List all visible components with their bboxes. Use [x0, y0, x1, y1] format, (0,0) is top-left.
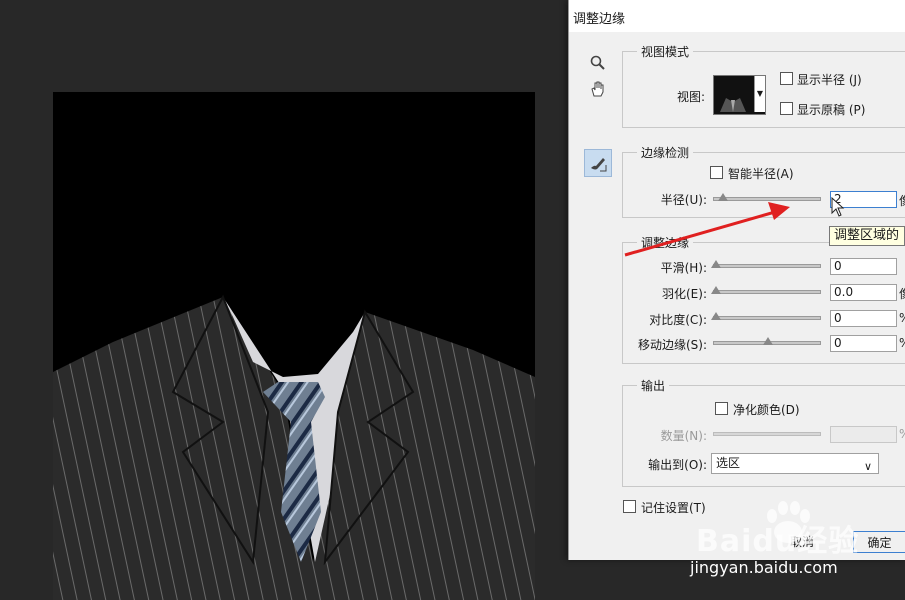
smooth-slider-thumb[interactable]	[711, 260, 721, 268]
output-to-value: 选区	[716, 456, 741, 470]
smart-radius-checkbox[interactable]	[710, 166, 723, 179]
radius-slider[interactable]	[713, 193, 821, 201]
smooth-input[interactable]: 0	[830, 258, 897, 275]
output-to-label: 输出到(O):	[648, 458, 707, 472]
remember-settings-checkbox[interactable]	[623, 500, 636, 513]
tooltip-text: 调整区域的	[834, 228, 900, 243]
dialog-titlebar[interactable]: 调整边缘	[569, 0, 905, 32]
refine-edge-dialog: 调整边缘 视图模式 视图: ▼ 显示半径 (J) 显示原稿 (P) 边缘检测 智…	[568, 0, 905, 560]
feather-input[interactable]: 0.0	[830, 284, 897, 301]
amount-label: 数量(N):	[660, 429, 707, 443]
shift-edge-slider[interactable]	[713, 337, 821, 345]
amount-input	[830, 426, 897, 443]
contrast-slider[interactable]	[711, 312, 821, 320]
view-dropdown-icon[interactable]: ▼	[754, 76, 765, 112]
document-image[interactable]	[53, 92, 535, 600]
zoom-icon[interactable]	[585, 50, 611, 76]
output-legend: 输出	[641, 379, 666, 393]
view-mode-legend: 视图模式	[641, 45, 690, 59]
feather-slider-thumb[interactable]	[711, 286, 721, 294]
decontaminate-label: 净化颜色(D)	[733, 403, 800, 417]
contrast-label: 对比度(C):	[649, 313, 707, 327]
suit-image	[53, 92, 535, 600]
radius-label: 半径(U):	[660, 193, 707, 207]
view-mode-selector[interactable]: ▼	[713, 75, 766, 115]
smooth-slider[interactable]	[711, 260, 821, 268]
decontaminate-checkbox[interactable]	[715, 402, 728, 415]
amount-unit: %	[899, 427, 905, 441]
shift-edge-label: 移动边缘(S):	[637, 338, 707, 352]
output-to-select[interactable]: 选区 ∨	[711, 453, 879, 474]
radius-input[interactable]: 2	[830, 191, 897, 208]
adjust-edge-legend: 调整边缘	[641, 236, 690, 250]
dialog-title: 调整边缘	[573, 12, 626, 27]
watermark: Baidu经验 jingyan.baidu.com	[688, 498, 905, 588]
feather-label: 羽化(E):	[662, 287, 707, 301]
amount-slider	[713, 432, 821, 436]
chevron-down-icon: ∨	[863, 460, 872, 473]
shift-edge-slider-thumb[interactable]	[763, 337, 773, 345]
show-original-label: 显示原稿 (P)	[797, 103, 866, 117]
refine-radius-brush-icon[interactable]	[584, 149, 612, 177]
contrast-input[interactable]: 0	[830, 310, 897, 327]
radius-slider-thumb[interactable]	[717, 193, 728, 201]
contrast-unit: %	[899, 311, 905, 325]
show-radius-checkbox[interactable]	[780, 72, 793, 85]
show-original-checkbox[interactable]	[780, 102, 793, 115]
view-label: 视图:	[677, 90, 706, 104]
edge-detection-legend: 边缘检测	[641, 146, 690, 160]
feather-unit: 像	[899, 285, 905, 302]
shift-edge-unit: %	[899, 336, 905, 350]
hand-icon[interactable]	[585, 76, 611, 102]
show-radius-label: 显示半径 (J)	[797, 73, 862, 87]
radius-unit: 像	[899, 192, 905, 209]
watermark-url: jingyan.baidu.com	[690, 558, 838, 577]
tooltip: 调整区域的	[829, 226, 905, 246]
contrast-slider-thumb[interactable]	[711, 312, 721, 320]
smooth-label: 平滑(H):	[660, 261, 707, 275]
view-thumbnail	[714, 76, 752, 112]
feather-slider[interactable]	[711, 286, 821, 294]
smart-radius-label: 智能半径(A)	[728, 167, 794, 181]
watermark-brand: Baidu经验	[696, 524, 860, 559]
shift-edge-input[interactable]: 0	[830, 335, 897, 352]
